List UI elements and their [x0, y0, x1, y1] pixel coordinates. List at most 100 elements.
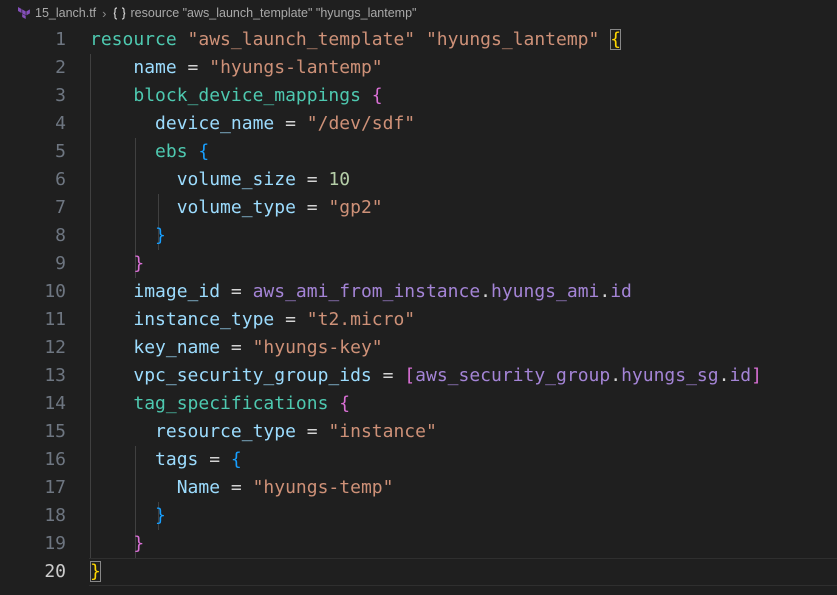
- reference: id: [729, 365, 752, 386]
- breadcrumb: 15_lanch.tf › resource "aws_launch_templ…: [0, 0, 837, 26]
- brace: }: [133, 533, 145, 554]
- line-number: 2: [55, 57, 66, 78]
- attribute-name: key_name: [133, 337, 221, 358]
- line-number: 11: [44, 309, 66, 330]
- code-line-14[interactable]: tag_specifications {: [90, 390, 837, 418]
- attribute-name: instance_type: [133, 309, 275, 330]
- operator: =: [371, 365, 405, 386]
- block-keyword: block_device_mappings: [133, 85, 361, 106]
- operator: =: [295, 197, 329, 218]
- code-line-11[interactable]: instance_type = "t2.micro": [90, 306, 837, 334]
- reference: aws_security_group: [415, 365, 611, 386]
- code-line-2[interactable]: name = "hyungs-lantemp": [90, 54, 837, 82]
- dot: .: [610, 365, 622, 386]
- line-number-gutter: 1 2 3 4 5 6 7 8 9 10 11 12 13 14 15 16 17 18 19 20: [0, 26, 66, 586]
- reference: hyungs_ami: [491, 281, 600, 302]
- string-literal: "hyungs-key": [252, 337, 383, 358]
- line-number: 18: [44, 505, 66, 526]
- line-number: 5: [55, 141, 66, 162]
- line-number: 16: [44, 449, 66, 470]
- brace: }: [133, 253, 145, 274]
- attribute-name: volume_type: [176, 197, 296, 218]
- code-line-7[interactable]: volume_type = "gp2": [90, 194, 837, 222]
- code-line-4[interactable]: device_name = "/dev/sdf": [90, 110, 837, 138]
- code-line-18[interactable]: }: [90, 502, 837, 530]
- string-literal: "/dev/sdf": [306, 113, 416, 134]
- operator: =: [220, 281, 253, 302]
- operator: =: [198, 449, 231, 470]
- code-line-15[interactable]: resource_type = "instance": [90, 418, 837, 446]
- line-number: 3: [55, 85, 66, 106]
- line-number: 12: [44, 337, 66, 358]
- code-line-5[interactable]: ebs {: [90, 138, 837, 166]
- line-number: 10: [44, 281, 66, 302]
- breadcrumb-file[interactable]: 15_lanch.tf: [35, 6, 96, 20]
- brace: {: [198, 141, 210, 162]
- symbol-structure-icon: [113, 6, 126, 20]
- string-literal: "gp2": [328, 197, 383, 218]
- bracket: ]: [751, 365, 762, 386]
- line-number: 13: [44, 365, 66, 386]
- operator: =: [220, 477, 253, 498]
- bracket: [: [404, 365, 416, 386]
- operator: =: [176, 57, 210, 78]
- code-line-19[interactable]: }: [90, 530, 837, 558]
- matching-brace: {: [610, 29, 622, 50]
- line-number: 19: [44, 533, 66, 554]
- brace: }: [155, 225, 166, 246]
- code-line-9[interactable]: }: [90, 250, 837, 278]
- code-line-8[interactable]: }: [90, 222, 837, 250]
- reference: aws_ami_from_instance: [252, 281, 481, 302]
- operator: =: [274, 309, 307, 330]
- code-editor[interactable]: 1 2 3 4 5 6 7 8 9 10 11 12 13 14 15 16 17 18 19 20 resource…: [0, 26, 837, 595]
- operator: =: [220, 337, 253, 358]
- attribute-name: vpc_security_group_ids: [133, 365, 372, 386]
- attribute-name: Name: [176, 477, 221, 498]
- block-keyword: ebs: [155, 141, 188, 162]
- number-literal: 10: [328, 169, 351, 190]
- reference: id: [610, 281, 632, 302]
- code-line-1[interactable]: resource "aws_launch_template" "hyungs_l…: [90, 26, 837, 54]
- brace: {: [371, 85, 383, 106]
- attribute-name: tags: [155, 449, 199, 470]
- dot: .: [599, 281, 611, 302]
- line-number: 15: [44, 421, 66, 442]
- code-line-6[interactable]: volume_size = 10: [90, 166, 837, 194]
- reference: hyungs_sg: [621, 365, 719, 386]
- attribute-name: device_name: [155, 113, 275, 134]
- chevron-right-icon: ›: [102, 5, 107, 21]
- brace: }: [155, 505, 166, 526]
- code-line-13[interactable]: vpc_security_group_ids = [aws_security_g…: [90, 362, 837, 390]
- breadcrumb-symbol[interactable]: resource "aws_launch_template" "hyungs_l…: [131, 6, 417, 20]
- line-number: 20: [44, 561, 66, 582]
- attribute-name: name: [133, 57, 177, 78]
- code-line-16[interactable]: tags = {: [90, 446, 837, 474]
- string-literal: "hyungs-temp": [252, 477, 394, 498]
- attribute-name: resource_type: [155, 421, 296, 442]
- string-literal: "t2.micro": [306, 309, 416, 330]
- code-line-17[interactable]: Name = "hyungs-temp": [90, 474, 837, 502]
- line-number: 6: [55, 169, 66, 190]
- operator: =: [295, 421, 329, 442]
- line-number: 7: [55, 197, 66, 218]
- operator: =: [295, 169, 329, 190]
- line-number: 1: [55, 29, 66, 50]
- line-number: 17: [44, 477, 66, 498]
- attribute-name: volume_size: [176, 169, 296, 190]
- brace: {: [230, 449, 242, 470]
- line-number: 4: [55, 113, 66, 134]
- attribute-name: image_id: [133, 281, 221, 302]
- string-literal: "instance": [328, 421, 437, 442]
- terraform-icon: [18, 7, 30, 19]
- operator: =: [274, 113, 307, 134]
- code-line-20[interactable]: }: [89, 558, 837, 586]
- code-line-3[interactable]: block_device_mappings {: [90, 82, 837, 110]
- code-line-10[interactable]: image_id = aws_ami_from_instance.hyungs_…: [90, 278, 837, 306]
- line-number: 9: [55, 253, 66, 274]
- code-line-12[interactable]: key_name = "hyungs-key": [90, 334, 837, 362]
- code-area[interactable]: resource "aws_launch_template" "hyungs_l…: [89, 26, 837, 586]
- string-literal: "hyungs-lantemp": [209, 57, 383, 78]
- dot: .: [718, 365, 730, 386]
- string-literal: "hyungs_lantemp": [425, 29, 600, 50]
- line-number: 8: [55, 225, 66, 246]
